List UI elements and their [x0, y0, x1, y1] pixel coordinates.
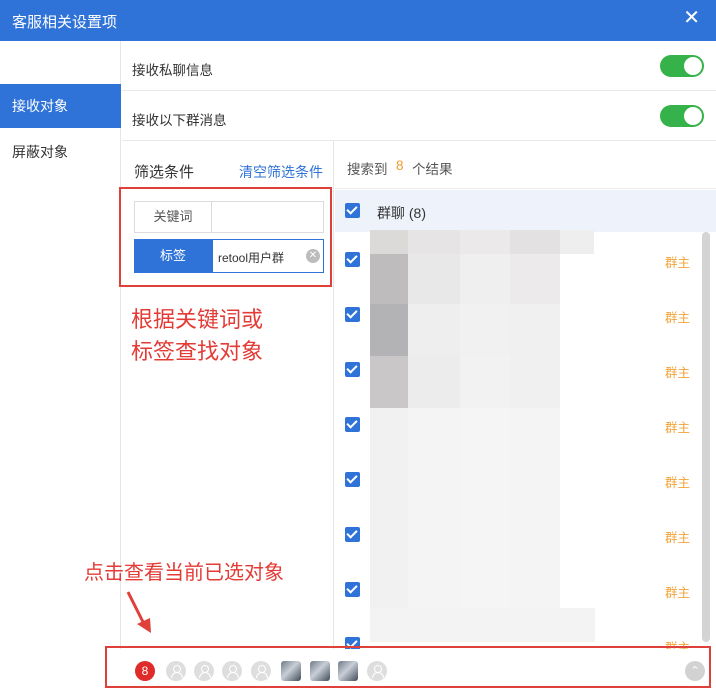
group-label: 群聊 (8) — [377, 203, 426, 223]
item-checkbox[interactable] — [345, 472, 360, 487]
sidebar-item-blocked-targets[interactable]: 屏蔽对象 — [0, 130, 121, 174]
item-checkbox[interactable] — [345, 417, 360, 432]
role-label: 群主 — [664, 586, 690, 600]
item-checkbox[interactable] — [345, 252, 360, 267]
group-chat-header[interactable]: 群聊 (8) — [335, 190, 716, 232]
filter-hint-line2: 标签查找对象 — [131, 340, 264, 365]
sidebar-item-receive-targets[interactable]: 接收对象 — [0, 84, 121, 128]
results-header: 搜索到 8 个结果 — [335, 141, 716, 189]
results-count: 8 — [396, 158, 404, 173]
group-select-all-checkbox[interactable] — [345, 203, 360, 218]
role-label: 群主 — [664, 311, 690, 325]
annotation-arrow — [126, 591, 151, 633]
title-bar: 客服相关设置项 ✕ — [0, 0, 716, 41]
window-title: 客服相关设置项 — [12, 14, 118, 31]
role-label: 群主 — [664, 531, 690, 545]
group-chat-setting-row: 接收以下群消息 — [122, 91, 716, 141]
bottom-highlight-box — [105, 646, 711, 688]
private-chat-setting-row: 接收私聊信息 — [122, 41, 716, 91]
results-suffix: 个结果 — [412, 162, 453, 177]
private-chat-toggle[interactable] — [660, 55, 704, 77]
toggle-knob — [684, 57, 702, 75]
role-label: 群主 — [664, 366, 690, 380]
close-icon[interactable]: ✕ — [683, 8, 700, 28]
results-panel: 搜索到 8 个结果 群聊 (8) 群主 群主 群主 群主 群主 群主 群主 群主 — [335, 141, 716, 649]
filter-hint-line1: 根据关键词或 — [131, 308, 264, 333]
private-chat-label: 接收私聊信息 — [132, 63, 213, 78]
results-scrollbar[interactable] — [702, 232, 710, 642]
group-count: (8) — [408, 205, 427, 221]
role-label: 群主 — [664, 476, 690, 490]
filter-hint-annotation: 根据关键词或 标签查找对象 — [131, 305, 263, 369]
item-checkbox[interactable] — [345, 307, 360, 322]
role-label: 群主 — [664, 256, 690, 270]
item-checkbox[interactable] — [345, 362, 360, 377]
sidebar: 接收对象 屏蔽对象 — [0, 41, 121, 690]
item-checkbox[interactable] — [345, 582, 360, 597]
results-prefix: 搜索到 — [347, 162, 388, 177]
role-label: 群主 — [664, 421, 690, 435]
sidebar-item-label: 接收对象 — [12, 98, 68, 114]
bottom-hint-annotation: 点击查看当前已选对象 — [84, 560, 284, 584]
group-chat-toggle[interactable] — [660, 105, 704, 127]
clear-filter-link[interactable]: 清空筛选条件 — [239, 162, 323, 182]
group-label-text: 群聊 — [377, 205, 405, 221]
group-chat-label: 接收以下群消息 — [132, 113, 227, 128]
filter-highlight-box — [119, 187, 332, 287]
filter-title: 筛选条件 — [134, 164, 195, 181]
toggle-knob — [684, 107, 702, 125]
item-checkbox[interactable] — [345, 527, 360, 542]
sidebar-item-label: 屏蔽对象 — [12, 144, 68, 160]
